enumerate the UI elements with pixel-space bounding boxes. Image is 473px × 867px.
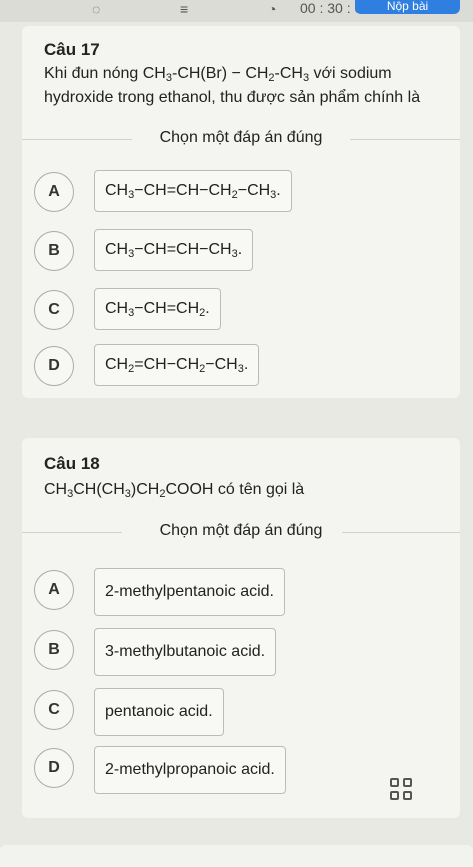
- submit-button[interactable]: Nộp bài: [355, 0, 460, 14]
- answer-prompt-row: Chọn một đáp án đúng: [22, 522, 460, 542]
- question-title: Câu 17: [44, 40, 100, 59]
- option-text[interactable]: CH3−CH=CH2.: [94, 288, 221, 330]
- clock-icon: ◌: [92, 1, 101, 17]
- option-text[interactable]: CH3−CH=CH−CH3.: [94, 229, 254, 271]
- option-radio[interactable]: D: [34, 346, 74, 386]
- question-formula: CH3-CH(Br) − CH2-CH3: [142, 65, 310, 84]
- option-b[interactable]: B CH3−CH=CH−CH3.: [34, 229, 444, 273]
- question-text: Khi đun nóng CH3-CH(Br) − CH2-CH3 với so…: [44, 62, 444, 110]
- option-text[interactable]: 3-methylbutanoic acid.: [94, 628, 277, 676]
- option-c[interactable]: C pentanoic acid.: [34, 688, 444, 736]
- option-a[interactable]: A 2-methylpentanoic acid.: [34, 568, 444, 616]
- question-grid-icon[interactable]: [390, 778, 414, 802]
- option-radio[interactable]: B: [34, 231, 74, 271]
- option-d[interactable]: D 2-methylpropanoic acid.: [34, 746, 444, 794]
- option-text[interactable]: pentanoic acid.: [94, 688, 224, 736]
- top-bar: ◌ ≡ ◔ 00 : 30 : 09 Nộp bài: [0, 0, 473, 22]
- option-text[interactable]: 2-methylpentanoic acid.: [94, 568, 285, 616]
- option-radio[interactable]: C: [34, 290, 74, 330]
- option-radio[interactable]: D: [34, 748, 74, 788]
- question-text-prefix: Khi đun nóng: [44, 65, 143, 82]
- option-a[interactable]: A CH3−CH=CH−CH2−CH3.: [34, 170, 444, 214]
- option-c[interactable]: C CH3−CH=CH2.: [34, 288, 444, 332]
- question-title: Câu 18: [44, 454, 100, 473]
- menu-icon[interactable]: ≡: [180, 2, 188, 16]
- option-text[interactable]: 2-methylpropanoic acid.: [94, 746, 286, 794]
- question-card-17: Câu 17 Khi đun nóng CH3-CH(Br) − CH2-CH3…: [22, 26, 460, 398]
- answer-prompt: Chọn một đáp án đúng: [159, 129, 323, 146]
- answer-prompt: Chọn một đáp án đúng: [159, 522, 323, 539]
- submit-button-label: Nộp bài: [386, 0, 429, 13]
- option-radio[interactable]: A: [34, 172, 74, 212]
- option-text[interactable]: CH2=CH−CH2−CH3.: [94, 344, 260, 386]
- question-text: CH3CH(CH3)CH2COOH có tên gọi là: [44, 478, 444, 502]
- option-text[interactable]: CH3−CH=CH−CH2−CH3.: [94, 170, 292, 212]
- next-question-card: [0, 845, 473, 867]
- option-radio[interactable]: C: [34, 690, 74, 730]
- question-formula: CH3CH(CH3)CH2COOH: [44, 481, 214, 500]
- timer-icon: ◔: [268, 1, 277, 17]
- option-radio[interactable]: A: [34, 570, 74, 610]
- question-card-18: Câu 18 CH3CH(CH3)CH2COOH có tên gọi là C…: [22, 438, 460, 818]
- question-text-suffix: có tên gọi là: [213, 481, 305, 498]
- option-b[interactable]: B 3-methylbutanoic acid.: [34, 628, 444, 676]
- option-d[interactable]: D CH2=CH−CH2−CH3.: [34, 344, 444, 388]
- answer-prompt-row: Chọn một đáp án đúng: [22, 129, 460, 149]
- option-radio[interactable]: B: [34, 630, 74, 670]
